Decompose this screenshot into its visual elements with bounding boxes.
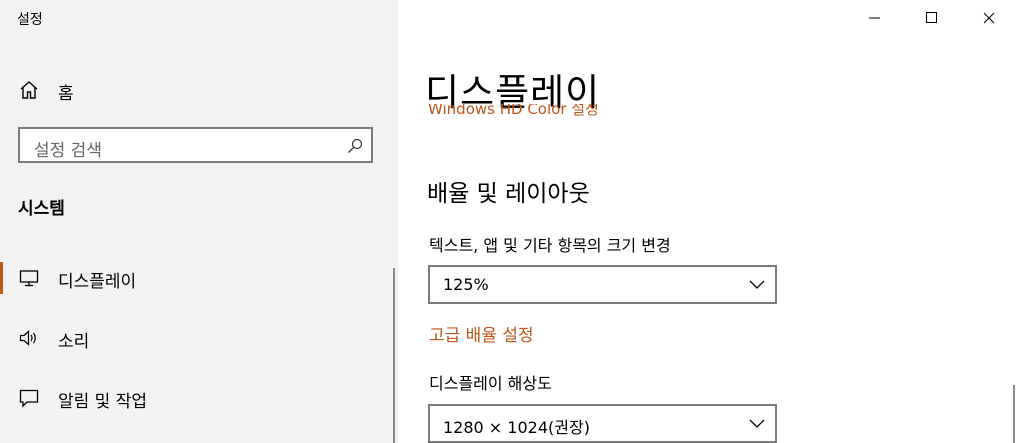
sidebar-scrollbar[interactable] (393, 268, 395, 443)
minimize-icon (869, 17, 880, 19)
maximize-icon (926, 12, 937, 23)
text-size-dropdown[interactable]: 125% (428, 265, 777, 304)
notification-icon (19, 389, 39, 408)
advanced-scaling-link[interactable]: 고급 배율 설정 (429, 321, 534, 346)
home-icon (20, 81, 38, 99)
search-placeholder: 설정 검색 (34, 141, 102, 161)
search-input[interactable]: 설정 검색 (18, 127, 373, 163)
resolution-dropdown[interactable]: 1280 × 1024(권장) (428, 404, 777, 443)
sidebar-item-notifications[interactable]: 알림 및 작업 (0, 376, 392, 420)
sidebar-item-label: 소리 (58, 332, 90, 352)
text-size-value: 125% (443, 275, 489, 294)
sidebar-item-display[interactable]: 디스플레이 (0, 256, 392, 300)
text-size-label: 텍스트, 앱 및 기타 항목의 크기 변경 (429, 236, 671, 255)
selection-indicator (0, 262, 3, 294)
resolution-value: 1280 × 1024(권장) (443, 418, 590, 437)
monitor-icon (19, 270, 39, 287)
chevron-down-icon (749, 280, 765, 289)
hd-color-link-text: Windows HD Color 설정 (428, 104, 599, 118)
search-icon[interactable] (347, 138, 363, 154)
main-scrollbar[interactable] (1013, 385, 1015, 443)
scale-layout-heading: 배율 및 레이아웃 (427, 181, 590, 207)
app-title: 설정 (17, 12, 43, 28)
sidebar-item-label: 알림 및 작업 (58, 392, 148, 412)
sidebar-item-home[interactable]: 홈 (0, 72, 398, 108)
chevron-down-icon (749, 419, 765, 428)
section-heading-system: 시스템 (18, 199, 65, 219)
home-label: 홈 (58, 84, 74, 104)
resolution-label: 디스플레이 해상도 (429, 374, 552, 393)
sidebar-item-sound[interactable]: 소리 (0, 316, 392, 360)
maximize-button[interactable] (903, 0, 960, 36)
close-button[interactable] (960, 0, 1017, 36)
close-icon (983, 12, 995, 24)
minimize-button[interactable] (846, 0, 903, 36)
hd-color-settings-link[interactable]: Windows HD Color 설정 (428, 104, 648, 120)
speaker-icon (19, 330, 36, 346)
sidebar: 설정 홈 설정 검색 시스템 디스플레이 소리 알림 및 작업 (0, 0, 398, 443)
sidebar-item-label: 디스플레이 (58, 272, 137, 292)
